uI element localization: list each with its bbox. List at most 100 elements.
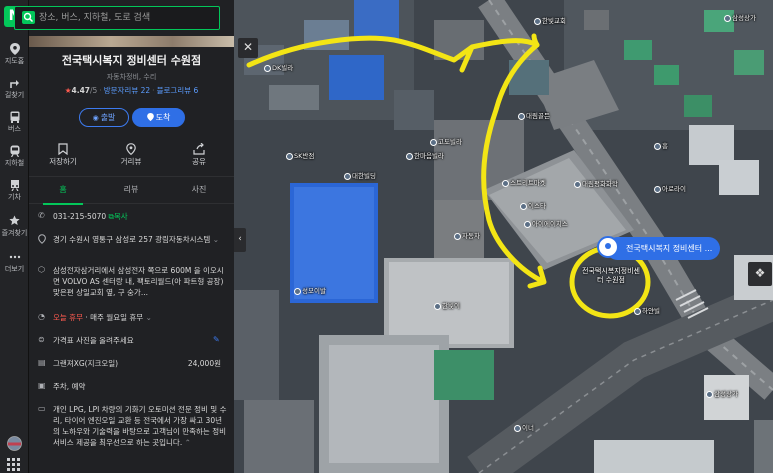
map-label[interactable]: 대림골든	[518, 110, 550, 120]
train-icon	[0, 179, 29, 193]
arrive-label: 도착	[155, 113, 171, 122]
pin-icon	[0, 43, 29, 57]
tab-photos[interactable]: 사진	[165, 177, 233, 204]
layers-icon: ❖	[754, 266, 766, 280]
phone-number[interactable]: 031-215-5070	[53, 212, 106, 221]
depart-label: 출발	[100, 113, 116, 122]
rail-item-directions[interactable]: 길찾기	[0, 77, 29, 109]
rating-star-icon: ★	[64, 86, 72, 95]
visitor-reviews-link[interactable]: 방문자리뷰 22	[104, 86, 150, 95]
map-label[interactable]: SK반점	[286, 150, 314, 160]
phone-icon: ✆	[38, 211, 45, 220]
map-view[interactable]: ✕ ‹ ❖ DK빌라 대림골든 고도빌라 한마음빌라 SK반점 스트리트마켓 이…	[234, 0, 773, 473]
selected-place-label[interactable]: 전국택시복지정비센터 수원점	[579, 267, 643, 285]
search-input[interactable]	[39, 10, 209, 26]
map-label[interactable]: 삼성상가	[706, 388, 738, 398]
edit-pencil-icon[interactable]: ✎	[213, 335, 220, 344]
street-view-button[interactable]: 거리뷰	[97, 140, 165, 167]
left-navigation-rail: N 지도홈 길찾기 버스 지하철	[0, 0, 29, 473]
poi-dot-icon	[634, 307, 641, 315]
route-icon	[0, 77, 29, 91]
rail-item-more[interactable]: 더보기	[0, 251, 29, 283]
depart-button[interactable]: ◉ 출발	[79, 108, 129, 127]
description-icon: ▭	[38, 404, 46, 413]
map-label[interactable]: 대한빌딩	[344, 170, 376, 180]
selected-place-pin-icon[interactable]	[597, 236, 619, 258]
description-body: 개인 LPG, LPI 차량의 기화기 오토미션 전문 정비 및 수리, 타이어…	[53, 405, 227, 447]
poi-dot-icon	[706, 390, 713, 398]
rail-item-label: 길찾기	[4, 91, 25, 99]
rating-value: 4.47	[71, 86, 91, 95]
clock-icon: ◔	[38, 312, 45, 321]
map-label[interactable]: 대림평화화학	[574, 178, 618, 188]
blog-reviews-link[interactable]: 블로그리뷰 6	[157, 86, 199, 95]
rail-item-label: 기차	[8, 193, 21, 201]
map-label[interactable]: 하얀빌	[634, 305, 660, 315]
poi-dot-icon	[534, 17, 541, 25]
place-actions: 저장하기 거리뷰 공유	[29, 140, 234, 170]
map-label[interactable]: 성모이발	[294, 285, 326, 295]
close-panel-button[interactable]: ✕	[238, 38, 258, 58]
share-button[interactable]: 공유	[165, 140, 233, 167]
amenities-text: 주차, 예약	[53, 382, 86, 391]
rail-item-map-home[interactable]: 지도홈	[0, 43, 29, 75]
pin-icon	[146, 113, 154, 122]
close-icon: ✕	[242, 40, 254, 54]
search-icon[interactable]	[22, 11, 35, 24]
place-rating: ★4.47/5 · 방문자리뷰 22 · 블로그리뷰 6	[64, 86, 199, 95]
rail-item-favorites[interactable]: 즐겨찾기	[0, 215, 29, 247]
map-label[interactable]: 이스타	[520, 200, 546, 210]
map-label[interactable]: 삼성상가	[724, 12, 756, 22]
save-button[interactable]: 저장하기	[29, 140, 97, 167]
place-category: 자동차정비, 수리	[106, 73, 157, 81]
map-label[interactable]: 고도빌라	[430, 136, 462, 146]
app: N 지도홈 길찾기 버스 지하철	[0, 0, 773, 473]
collapse-panel-button[interactable]: ‹	[234, 228, 246, 252]
map-label[interactable]: 한빛교회	[534, 15, 566, 25]
expand-address-icon[interactable]: ⌄	[213, 235, 219, 244]
place-photo-strip[interactable]	[29, 36, 234, 47]
rail-item-bus[interactable]: 버스	[0, 111, 29, 143]
rail-item-label: 즐겨찾기	[1, 229, 28, 237]
apps-grid-icon[interactable]	[7, 456, 22, 471]
map-label[interactable]: 아로라이	[654, 183, 686, 193]
poi-dot-icon	[434, 302, 441, 310]
street-view-icon	[97, 140, 165, 156]
poi-dot-icon	[430, 138, 437, 146]
map-layer-button[interactable]: ❖	[748, 262, 772, 286]
poi-dot-icon	[344, 172, 351, 180]
copy-button[interactable]: ⧉복사	[109, 212, 128, 221]
poi-dot-icon	[524, 220, 531, 228]
map-label[interactable]: 한빛이	[434, 300, 460, 310]
menu-icon: ▤	[38, 358, 46, 367]
bookmark-icon	[29, 140, 97, 156]
selected-place-tag[interactable]: 전국택시복지 정비센터 ...	[606, 237, 721, 260]
share-label: 공유	[192, 157, 206, 166]
poi-dot-icon	[502, 179, 509, 187]
arrive-button[interactable]: 도착	[132, 108, 185, 127]
rail-item-label: 버스	[8, 125, 21, 133]
map-label[interactable]: 스트리트마켓	[502, 177, 546, 187]
address-text: 경기 수원시 영통구 삼성로 257 광림자동차시스템	[53, 235, 211, 244]
map-label[interactable]: 자동차	[454, 230, 480, 240]
map-label[interactable]: 흥	[654, 140, 668, 150]
tab-home[interactable]: 홈	[29, 177, 97, 205]
map-label[interactable]: 한마음빌라	[406, 150, 444, 160]
directions-text[interactable]: 삼성전자삼거리에서 삼성전자 쪽으로 600M 을 이오시면 VOLVO AS …	[53, 265, 228, 298]
map-label[interactable]: 이너	[514, 422, 534, 432]
hours-expand-icon[interactable]: ⌄	[146, 313, 152, 322]
street-view-label: 거리뷰	[120, 157, 142, 166]
poi-dot-icon	[264, 64, 271, 72]
bus-icon	[0, 111, 29, 125]
rail-item-subway[interactable]: 지하철	[0, 145, 29, 177]
map-label[interactable]: DK빌라	[264, 62, 293, 72]
location-icon	[38, 234, 47, 244]
closed-detail: · 매주 월요일 휴무	[85, 313, 144, 322]
tab-reviews[interactable]: 리뷰	[97, 177, 165, 204]
profile-icon[interactable]	[7, 436, 22, 451]
map-label[interactable]: 아이에이치스	[524, 218, 568, 228]
rail-item-train[interactable]: 기차	[0, 179, 29, 211]
description-text[interactable]: 개인 LPG, LPI 차량의 기화기 오토미션 전문 정비 및 수리, 타이어…	[53, 404, 228, 448]
place-name: 전국택시복지 정비센터 수원점	[61, 54, 202, 67]
collapse-icon[interactable]: ⌃	[185, 438, 191, 447]
